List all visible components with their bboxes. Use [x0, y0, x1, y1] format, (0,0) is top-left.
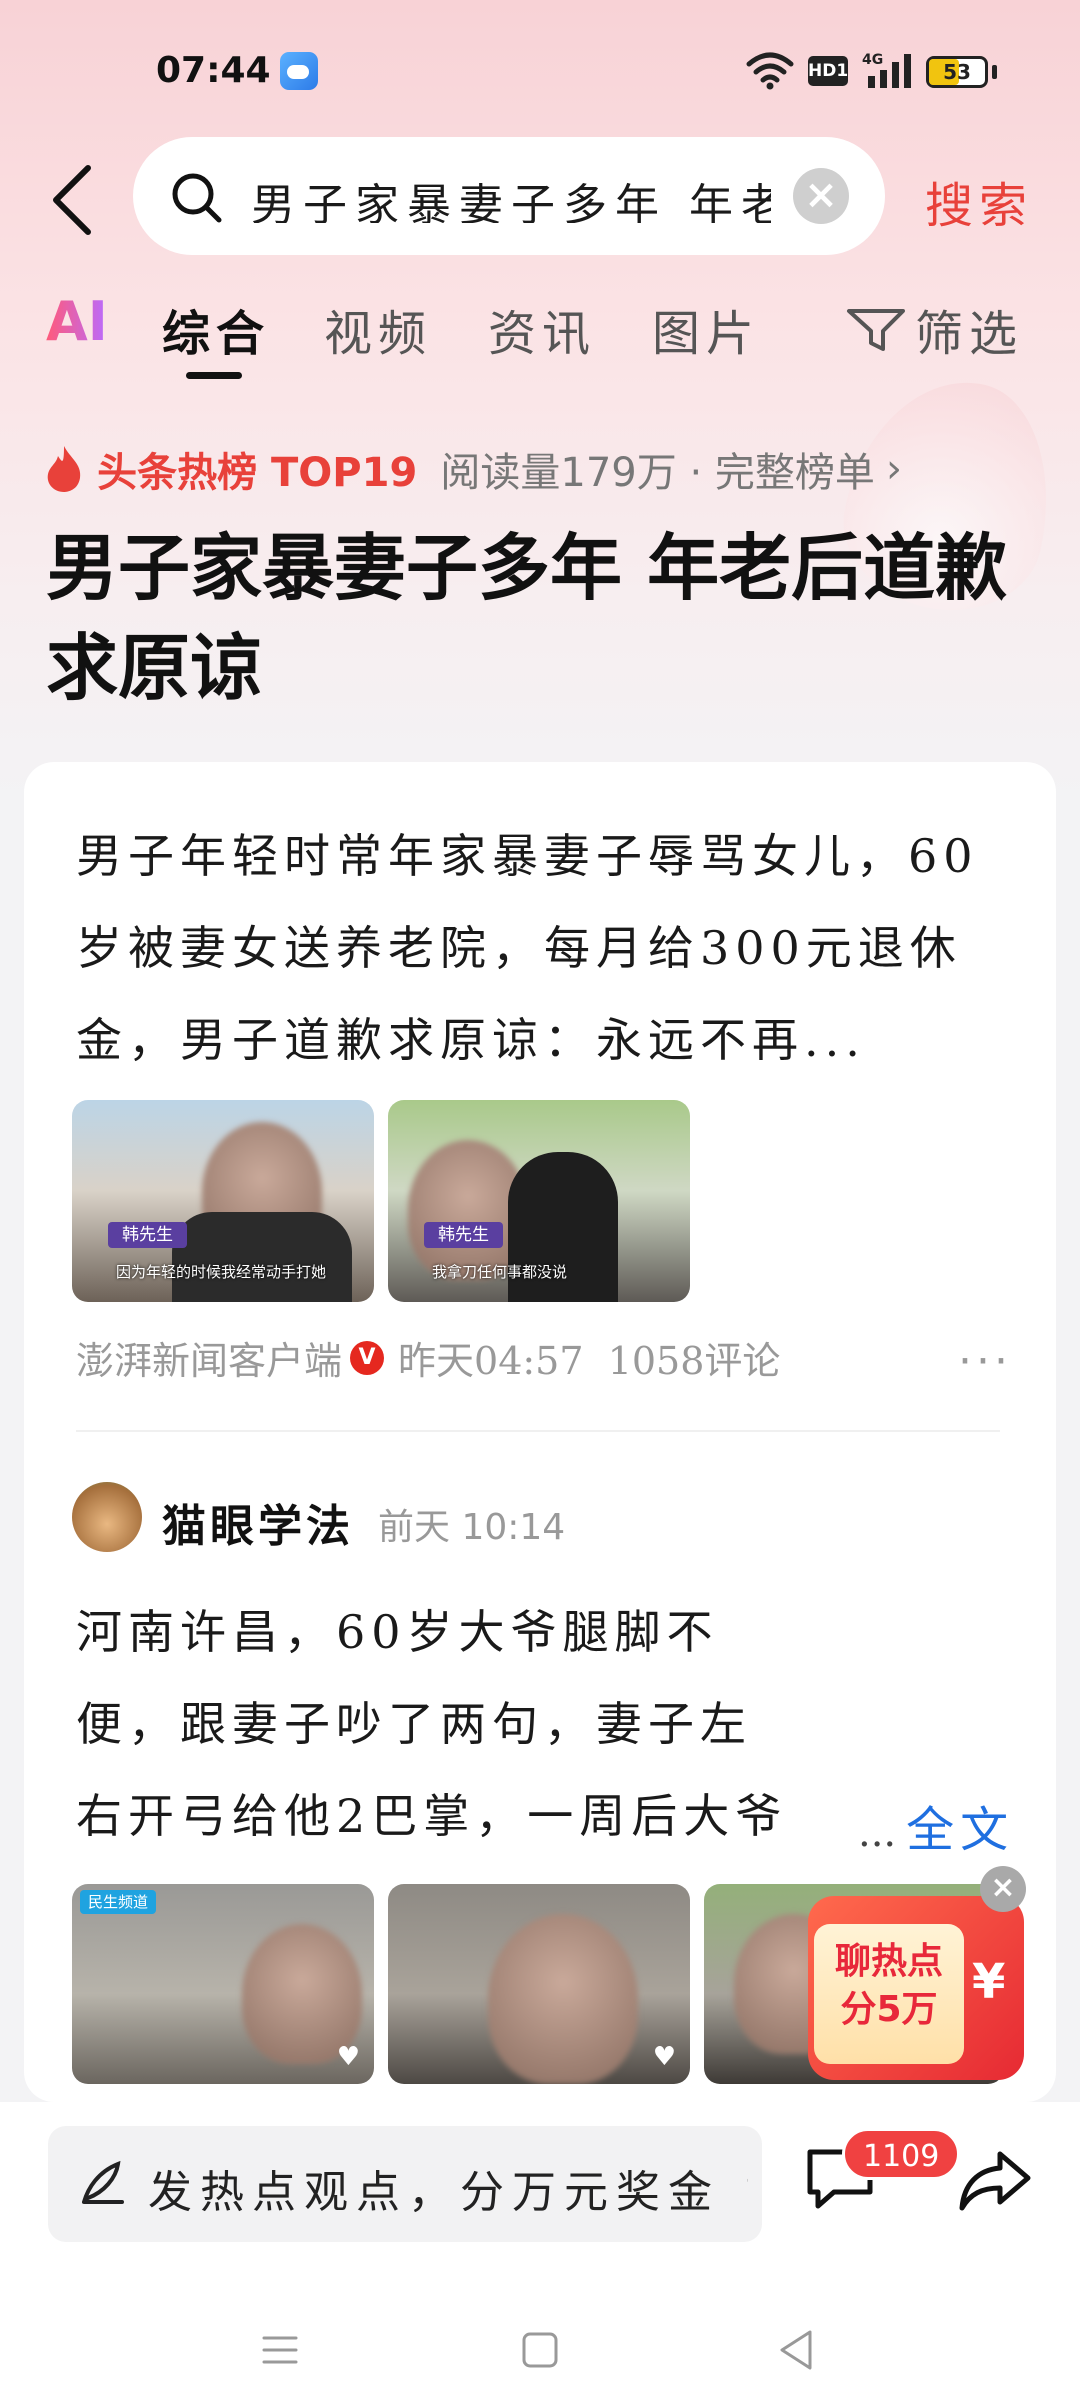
active-tab-indicator: [186, 372, 242, 379]
post1-image-1[interactable]: 韩先生 因为年轻的时候我经常动手打她: [72, 1100, 374, 1302]
promo-banner[interactable]: 聊热点分5万 ¥: [808, 1896, 1024, 2080]
search-icon: [172, 173, 222, 223]
tab-news[interactable]: 资讯: [488, 294, 596, 364]
search-button[interactable]: 搜索: [925, 166, 1033, 236]
search-query[interactable]: 男子家暴妻子多年 年老后道歉求原谅: [251, 169, 771, 223]
pen-icon: [82, 2160, 124, 2204]
clear-search-button[interactable]: ×: [793, 168, 849, 224]
image-subtitle: 我拿刀任何事都没说: [432, 1263, 568, 1281]
post2-time: 前天 10:14: [378, 1507, 566, 1548]
back-arrow-icon[interactable]: [44, 160, 104, 240]
post1-text[interactable]: 男子年轻时常年家暴妻子辱骂女儿，60岁被妻女送养老院，每月给300元退休金，男子…: [76, 810, 996, 1086]
tab-images[interactable]: 图片: [652, 294, 760, 364]
author-name[interactable]: 猫眼学法: [162, 1490, 354, 1554]
filter-label: 筛选: [915, 306, 1024, 362]
channel-logo: 民生频道: [80, 1890, 157, 1914]
placeholder-text: 发热点观点，分万元奖金: [148, 2167, 720, 2218]
image-subtitle: 因为年轻的时候我经常动手打她: [116, 1263, 327, 1281]
image-caption: 韩先生: [108, 1222, 187, 1248]
battery-nub: [992, 65, 997, 79]
battery-icon: 53: [926, 56, 988, 88]
source-name[interactable]: 澎湃新闻客户端: [76, 1339, 342, 1383]
flame-icon: [47, 446, 81, 492]
promo-text: 聊热点分5万: [834, 1941, 943, 2030]
read-full-link[interactable]: ... 全文: [858, 1790, 1014, 1860]
share-icon[interactable]: [958, 2148, 1034, 2214]
search-tabs: AI 综合 视频 资讯 图片 筛选: [0, 290, 1080, 379]
comment-count: 1058评论: [607, 1339, 781, 1383]
heart-icon: ♥: [652, 2042, 676, 2072]
divider: [76, 1430, 1000, 1432]
hd-icon: HD1: [808, 56, 848, 86]
bottom-bar: 发热点观点，分万元奖金 1. 1109: [0, 2102, 1080, 2400]
ellipsis: ...: [858, 1810, 897, 1856]
close-promo-button[interactable]: ×: [980, 1866, 1026, 1912]
wifi-icon: [746, 52, 794, 90]
search-input[interactable]: 男子家暴妻子多年 年老后道歉求原谅 ×: [133, 137, 885, 255]
yen-icon: ¥: [972, 1954, 1006, 2010]
status-time: 07:44: [156, 50, 271, 91]
image-caption: 韩先生: [424, 1222, 503, 1248]
hot-meta: 阅读量179万 · 完整榜单: [440, 450, 875, 496]
tab-comprehensive[interactable]: 综合: [162, 294, 270, 364]
more-options-icon[interactable]: ···: [958, 1336, 1012, 1387]
weather-icon: [280, 52, 318, 90]
hot-rank-label: 头条热榜 TOP19: [97, 450, 418, 496]
signal-icon: 4G: [862, 52, 911, 88]
chevron-right-icon: ›: [885, 446, 902, 492]
read-full-label: 全文: [906, 1802, 1015, 1858]
avatar[interactable]: [72, 1482, 142, 1552]
tab-ai[interactable]: AI: [46, 290, 108, 353]
post-time: 昨天04:57: [398, 1339, 584, 1383]
status-bar: 07:44 HD1 4G 53: [0, 0, 1080, 140]
verified-icon: V: [350, 1340, 385, 1375]
filter-button[interactable]: 筛选: [845, 294, 1023, 364]
battery-level: 53: [943, 60, 971, 84]
tab-video[interactable]: 视频: [324, 294, 432, 364]
post1-image-2[interactable]: 韩先生 我拿刀任何事都没说: [388, 1100, 690, 1302]
heart-icon: ♥: [336, 2042, 360, 2072]
home-nav-icon[interactable]: [520, 2330, 560, 2370]
person-coat: [172, 1212, 352, 1302]
post2-image-2[interactable]: ♥: [388, 1884, 690, 2084]
page-title: 男子家暴妻子多年 年老后道歉求原谅: [46, 526, 1008, 710]
comment-count-badge: 1109: [842, 2128, 961, 2180]
comment-placeholder: 发热点观点，分万元奖金 1.: [148, 2156, 748, 2220]
hot-list-entry[interactable]: 头条热榜 TOP19 阅读量179万 · 完整榜单 ›: [44, 440, 902, 500]
comment-input[interactable]: 发热点观点，分万元奖金 1.: [48, 2126, 762, 2242]
post1-meta: 澎湃新闻客户端 V 昨天04:57 1058评论: [76, 1330, 780, 1385]
post2-text[interactable]: 河南许昌，60岁大爷腿脚不便，跟妻子吵了两句，妻子左右开弓给他2巴掌，一周后大爷…: [76, 1586, 796, 1862]
menu-nav-icon[interactable]: [260, 2330, 300, 2370]
blurred-person: [488, 1914, 638, 2084]
filter-icon: [847, 309, 905, 351]
placeholder-tail: 1.: [742, 2167, 748, 2218]
svg-text:4G: 4G: [862, 52, 883, 68]
post2-image-1[interactable]: 民生频道 ♥: [72, 1884, 374, 2084]
back-nav-icon[interactable]: [776, 2328, 816, 2372]
